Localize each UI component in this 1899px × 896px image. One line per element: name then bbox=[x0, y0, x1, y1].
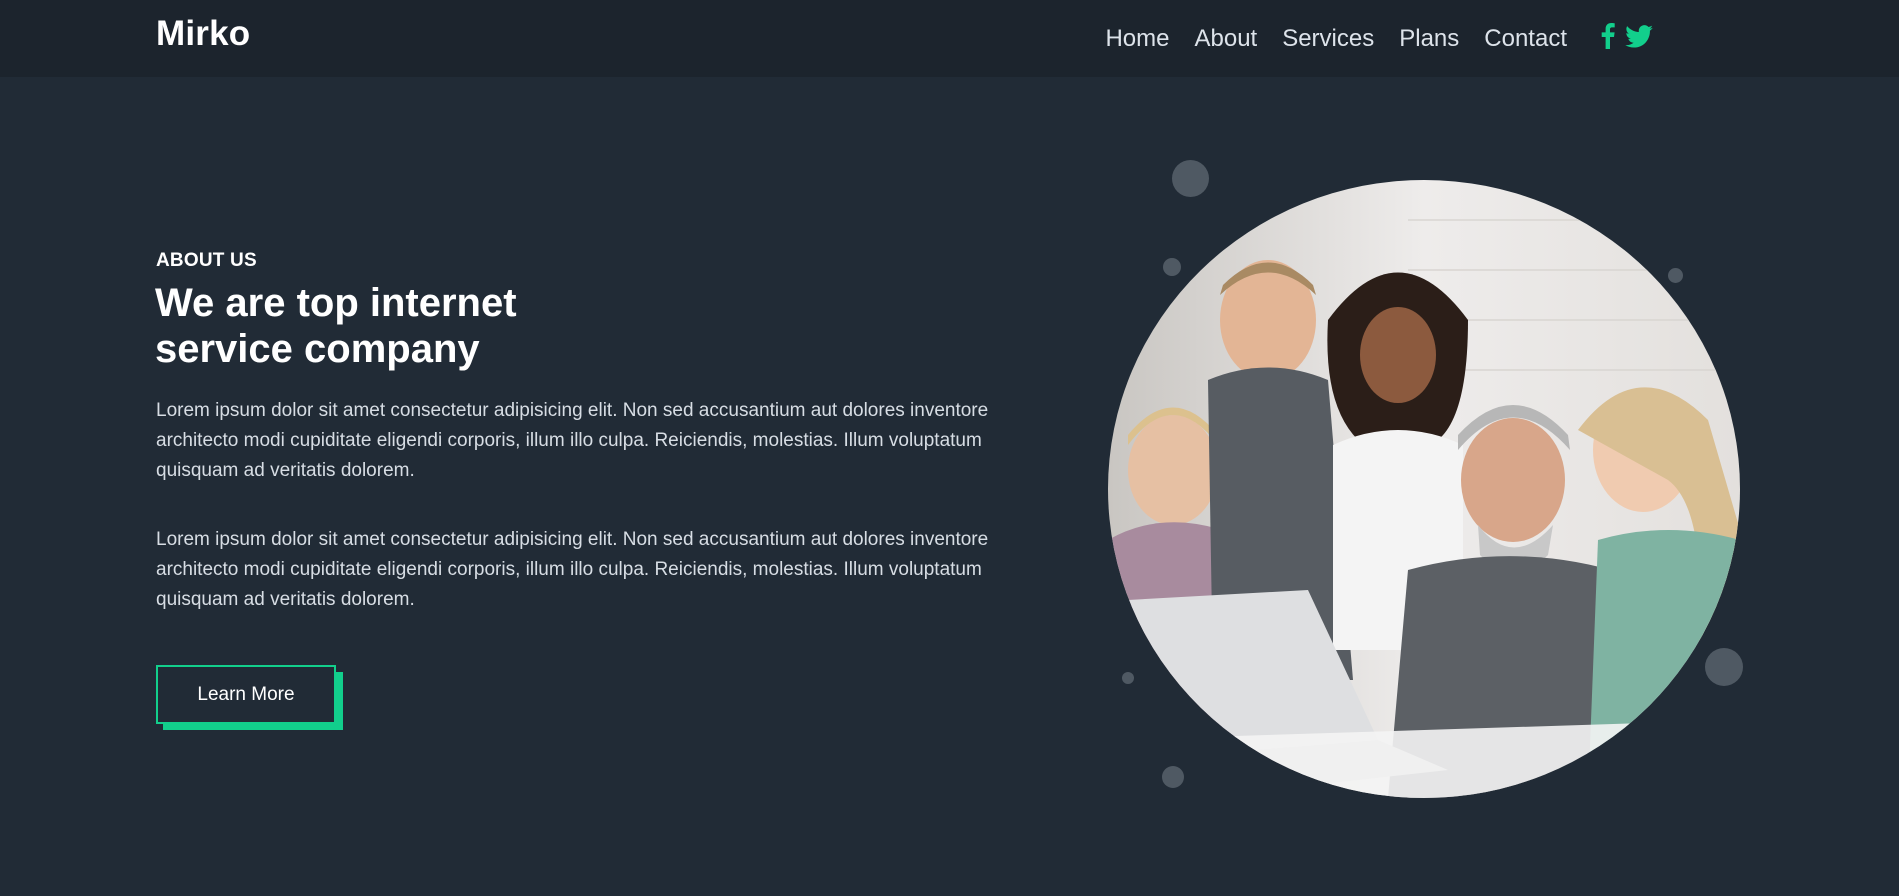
nav-plans[interactable]: Plans bbox=[1399, 25, 1459, 53]
learn-more-wrapper: Learn More bbox=[156, 665, 344, 731]
navbar: Mirko Home About Services Plans Contact bbox=[0, 0, 1899, 77]
hero-title-line-1: We are top internet bbox=[155, 281, 517, 325]
hero-paragraph-2: Lorem ipsum dolor sit amet consectetur a… bbox=[156, 529, 989, 610]
twitter-icon[interactable] bbox=[1625, 24, 1653, 53]
section-eyebrow: ABOUT US bbox=[156, 250, 257, 271]
learn-more-button[interactable]: Learn More bbox=[156, 665, 336, 724]
hero-paragraph-1: Lorem ipsum dolor sit amet consectetur a… bbox=[156, 400, 989, 481]
hero-title-line-2: service company bbox=[155, 327, 480, 371]
social-links bbox=[1591, 23, 1653, 54]
nav-services[interactable]: Services bbox=[1282, 25, 1374, 53]
nav-home[interactable]: Home bbox=[1105, 25, 1169, 53]
hero-title: We are top internet service company bbox=[155, 280, 615, 372]
brand-logo[interactable]: Mirko bbox=[156, 14, 250, 54]
nav-about[interactable]: About bbox=[1194, 25, 1257, 53]
hero-illustration bbox=[1100, 150, 1760, 810]
facebook-icon[interactable] bbox=[1601, 23, 1615, 54]
team-photo bbox=[1108, 180, 1740, 798]
nav-contact[interactable]: Contact bbox=[1484, 25, 1567, 53]
main-nav: Home About Services Plans Contact bbox=[1080, 0, 1653, 77]
